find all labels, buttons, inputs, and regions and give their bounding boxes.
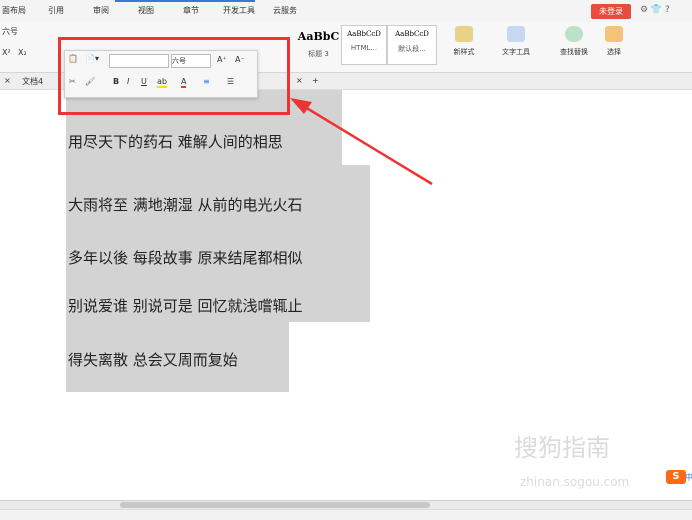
scrollbar-thumb[interactable] <box>120 502 430 508</box>
status-bar <box>0 509 692 520</box>
watermark-url: zhinan.sogou.com <box>520 475 630 489</box>
horizontal-scrollbar[interactable] <box>0 500 692 509</box>
watermark-logo: 搜狗指南 <box>514 434 610 462</box>
